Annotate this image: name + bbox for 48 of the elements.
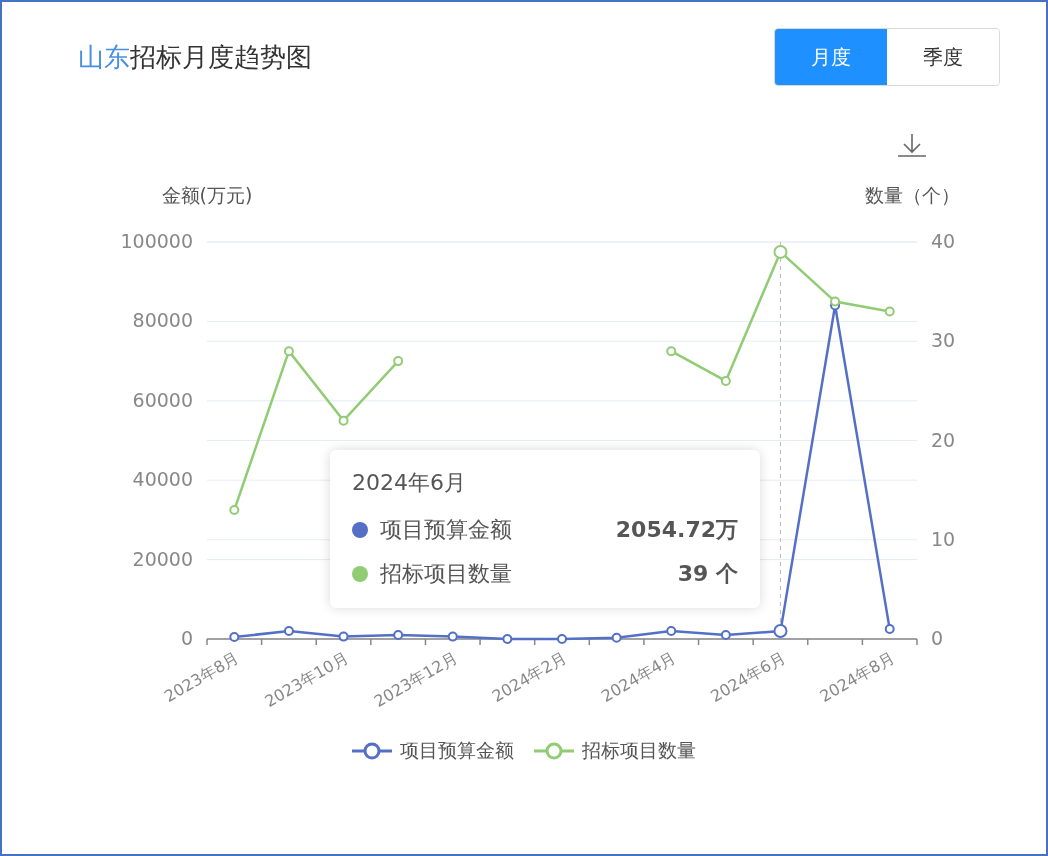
tooltip-series-name: 招标项目数量 [380,560,513,588]
legend-line-icon [352,741,392,761]
data-point [229,505,240,515]
data-point [611,632,622,643]
y-axis-label: 100000 [120,230,193,252]
data-point [666,626,677,637]
data-point [393,356,404,367]
y-axis-label: 20 [931,428,956,451]
data-point [884,306,895,317]
data-point [338,631,349,642]
data-point [393,630,404,641]
legend-item[interactable]: 招标项目数量 [534,738,696,764]
data-point [773,624,788,639]
axis-title: 数量（个） [864,184,960,206]
legend-label: 项目预算金额 [400,738,514,763]
chart-title: 招标月度趋势图 [130,41,312,72]
data-point [283,346,294,357]
y-axis-label: 40 [931,230,956,252]
y-axis-label: 0 [931,627,944,649]
data-point [338,415,349,426]
tooltip-value: 2054.72万 [615,516,738,544]
y-axis-label: 60000 [132,388,193,411]
download-icon[interactable] [897,133,927,157]
y-axis-label: 20000 [132,547,193,570]
axis-title: 金额(万元) [161,184,253,206]
tooltip-series-name: 项目预算金额 [380,516,513,544]
data-point [557,634,567,644]
data-point [666,346,677,357]
data-point [830,296,841,307]
tooltip-title: 2024年6月 [352,469,467,497]
data-point [229,632,240,642]
legend-item[interactable]: 项目预算金额 [352,738,514,764]
y-axis-label: 40000 [132,468,193,491]
data-point [447,631,458,642]
tooltip-value: 39 个 [677,560,738,588]
data-point [720,630,731,641]
y-axis-label: 80000 [132,309,193,332]
legend-line-icon [534,741,574,761]
data-point [283,626,294,637]
y-axis-label: 30 [931,329,956,352]
region-name: 山东 [78,41,130,72]
y-axis-label: 10 [931,527,956,550]
data-point [502,634,513,644]
data-point [773,244,788,259]
data-point [884,624,895,635]
legend-label: 招标项目数量 [582,738,696,763]
y-axis-label: 0 [180,627,193,649]
data-point [720,375,731,386]
